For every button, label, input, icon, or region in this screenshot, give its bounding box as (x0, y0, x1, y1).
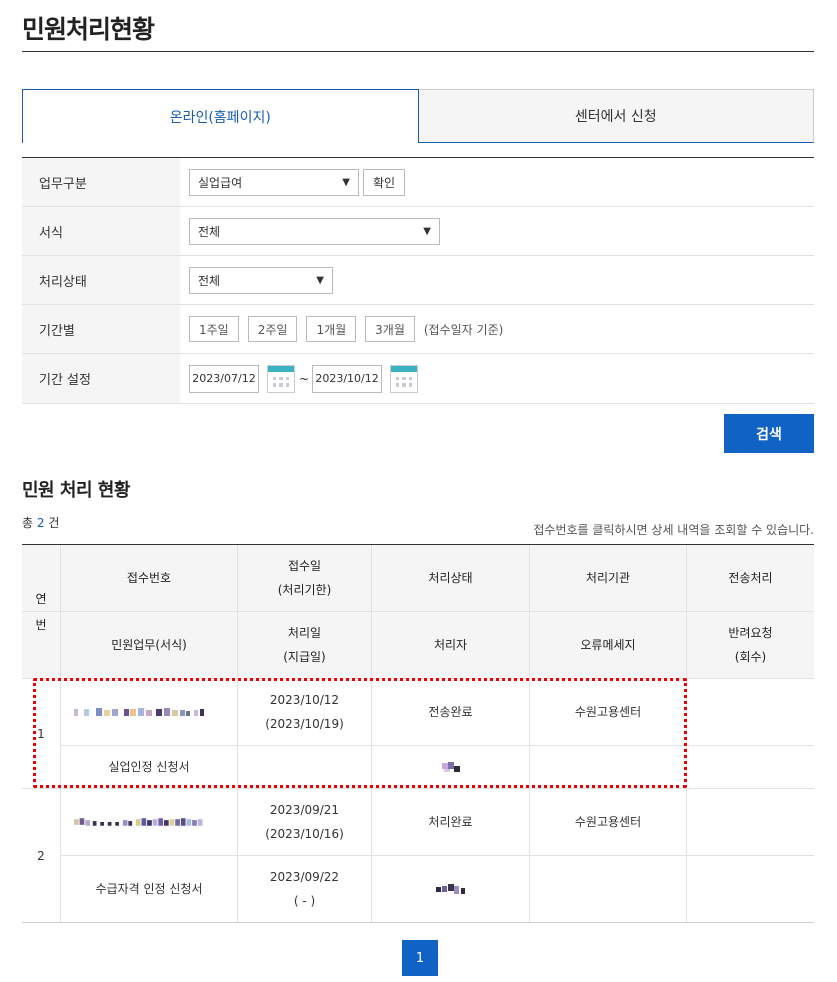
redacted-handler (435, 884, 465, 894)
row2-deadline: (2023/10/16) (265, 827, 344, 841)
status-label: 처리상태 (22, 256, 180, 304)
header-agency: 처리기관 (530, 545, 686, 611)
calendar-icon[interactable] (267, 364, 295, 393)
grid-line (61, 855, 814, 856)
form-row-period: 기간별 1주일 2주일 1개월 3개월 (접수일자 기준) (22, 305, 814, 354)
results-title: 민원 처리 현황 (22, 480, 130, 501)
row1-transfer (687, 679, 814, 745)
pagination-page-1[interactable]: 1 (402, 940, 438, 976)
grid-line (22, 678, 814, 679)
row2-status: 처리완료 (428, 815, 473, 829)
grid-line (529, 545, 530, 922)
title-divider (22, 51, 814, 52)
total-number: 2 (36, 516, 45, 530)
row1-agency: 수원고용센터 (574, 705, 642, 719)
form-row-date-range: 기간 설정 2023/07/12 ~ 2023/10/12 (22, 354, 814, 404)
grid-line (22, 544, 814, 545)
row1-process-date (238, 746, 371, 788)
row2-receipt-no-link[interactable] (61, 789, 237, 855)
row1-task: 실업인정 신청서 (108, 760, 190, 774)
row2-process-dates: 2023/09/22 ( - ) (238, 856, 371, 922)
search-button[interactable]: 검색 (724, 414, 814, 453)
confirm-button[interactable]: 확인 (363, 168, 406, 196)
total-prefix: 총 (22, 516, 37, 530)
channel-tabs: 온라인(홈페이지) 센터에서 신청 (22, 89, 814, 143)
header-receipt-no: 접수번호 (61, 545, 237, 611)
form-row-business: 업무구분 실업급여 ▼ 확인 (22, 158, 814, 207)
form-type-label: 서식 (22, 207, 180, 255)
row2-handler (372, 856, 529, 922)
row2-dates: 2023/09/21 (2023/10/16) (238, 789, 371, 855)
row2-transfer (687, 789, 814, 855)
form-row-form-type: 서식 전체 ▼ (22, 207, 814, 256)
redacted-receipt-number (74, 708, 204, 716)
row1-dates: 2023/10/12 (2023/10/19) (238, 679, 371, 745)
period-1month-button[interactable]: 1개월 (306, 316, 357, 342)
row1-error (530, 746, 686, 788)
total-suffix: 건 (44, 516, 60, 530)
period-label: 기간별 (22, 305, 180, 353)
chevron-down-icon: ▼ (423, 225, 431, 237)
end-date-input[interactable]: 2023/10/12 (312, 364, 383, 393)
row2-process-date: 2023/09/22 (269, 870, 340, 884)
row1-receipt-date: 2023/10/12 (269, 693, 340, 707)
row2-receipt-date: 2023/09/21 (269, 803, 340, 817)
header-status: 처리상태 (372, 545, 529, 611)
start-date-input[interactable]: 2023/07/12 (189, 364, 259, 393)
date-range-label: 기간 설정 (22, 354, 180, 403)
redacted-receipt-number (74, 818, 203, 826)
chevron-down-icon: ▼ (342, 176, 350, 188)
period-2week-button[interactable]: 2주일 (247, 316, 298, 342)
header-error: 오류메세지 (530, 612, 686, 678)
header-handler: 처리자 (372, 612, 529, 678)
date-separator: ~ (299, 371, 310, 386)
row2-payment-date: ( - ) (293, 894, 316, 908)
business-select[interactable]: 실업급여 ▼ (189, 168, 359, 196)
business-select-value: 실업급여 (198, 175, 243, 190)
grid-line (237, 545, 238, 922)
form-type-select-value: 전체 (198, 224, 221, 239)
row2-task: 수급자격 인정 신청서 (95, 882, 203, 896)
grid-line (60, 545, 61, 922)
calendar-icon[interactable] (390, 364, 419, 393)
period-note: (접수일자 기준) (423, 322, 504, 337)
grid-line (22, 611, 814, 612)
period-3month-button[interactable]: 3개월 (365, 316, 415, 342)
status-select-value: 전체 (198, 273, 221, 288)
row2-agency: 수원고용센터 (574, 815, 642, 829)
form-row-status: 처리상태 전체 ▼ (22, 256, 814, 305)
grid-line (22, 788, 814, 789)
row2-seq: 2 (37, 848, 45, 863)
row1-deadline: (2023/10/19) (265, 717, 344, 731)
header-return-request: 반려요청 (회수) (687, 612, 814, 678)
header-task: 민원업무(서식) (61, 612, 237, 678)
grid-line (22, 922, 814, 923)
period-1week-button[interactable]: 1주일 (189, 316, 239, 342)
status-select[interactable]: 전체 ▼ (189, 266, 333, 294)
row1-receipt-no-link[interactable] (61, 679, 237, 745)
chevron-down-icon: ▼ (316, 274, 324, 286)
grid-line (686, 545, 687, 922)
form-type-select[interactable]: 전체 ▼ (189, 217, 440, 245)
business-label: 업무구분 (22, 158, 180, 206)
row1-seq: 1 (37, 726, 45, 741)
header-receipt-date: 접수일 (처리기한) (238, 545, 371, 611)
grid-line (61, 745, 814, 746)
tab-center[interactable]: 센터에서 신청 (418, 89, 814, 143)
row2-return-request (687, 856, 814, 922)
row1-status: 전송완료 (428, 705, 473, 719)
results-hint: 접수번호를 클릭하시면 상세 내역을 조회할 수 있습니다. (533, 523, 814, 537)
page-title: 민원처리현황 (22, 15, 155, 44)
header-process-date: 처리일 (지급일) (238, 612, 371, 678)
row2-error (530, 856, 686, 922)
grid-line (371, 545, 372, 922)
row1-handler (372, 746, 529, 788)
total-count: 총 2 건 (22, 514, 59, 531)
search-form: 업무구분 실업급여 ▼ 확인 서식 전체 ▼ 처리상태 전체 ▼ 기간별 1주일… (22, 157, 814, 404)
tab-online[interactable]: 온라인(홈페이지) (22, 89, 419, 143)
header-transfer: 전송처리 (687, 545, 814, 611)
redacted-handler (441, 762, 460, 772)
